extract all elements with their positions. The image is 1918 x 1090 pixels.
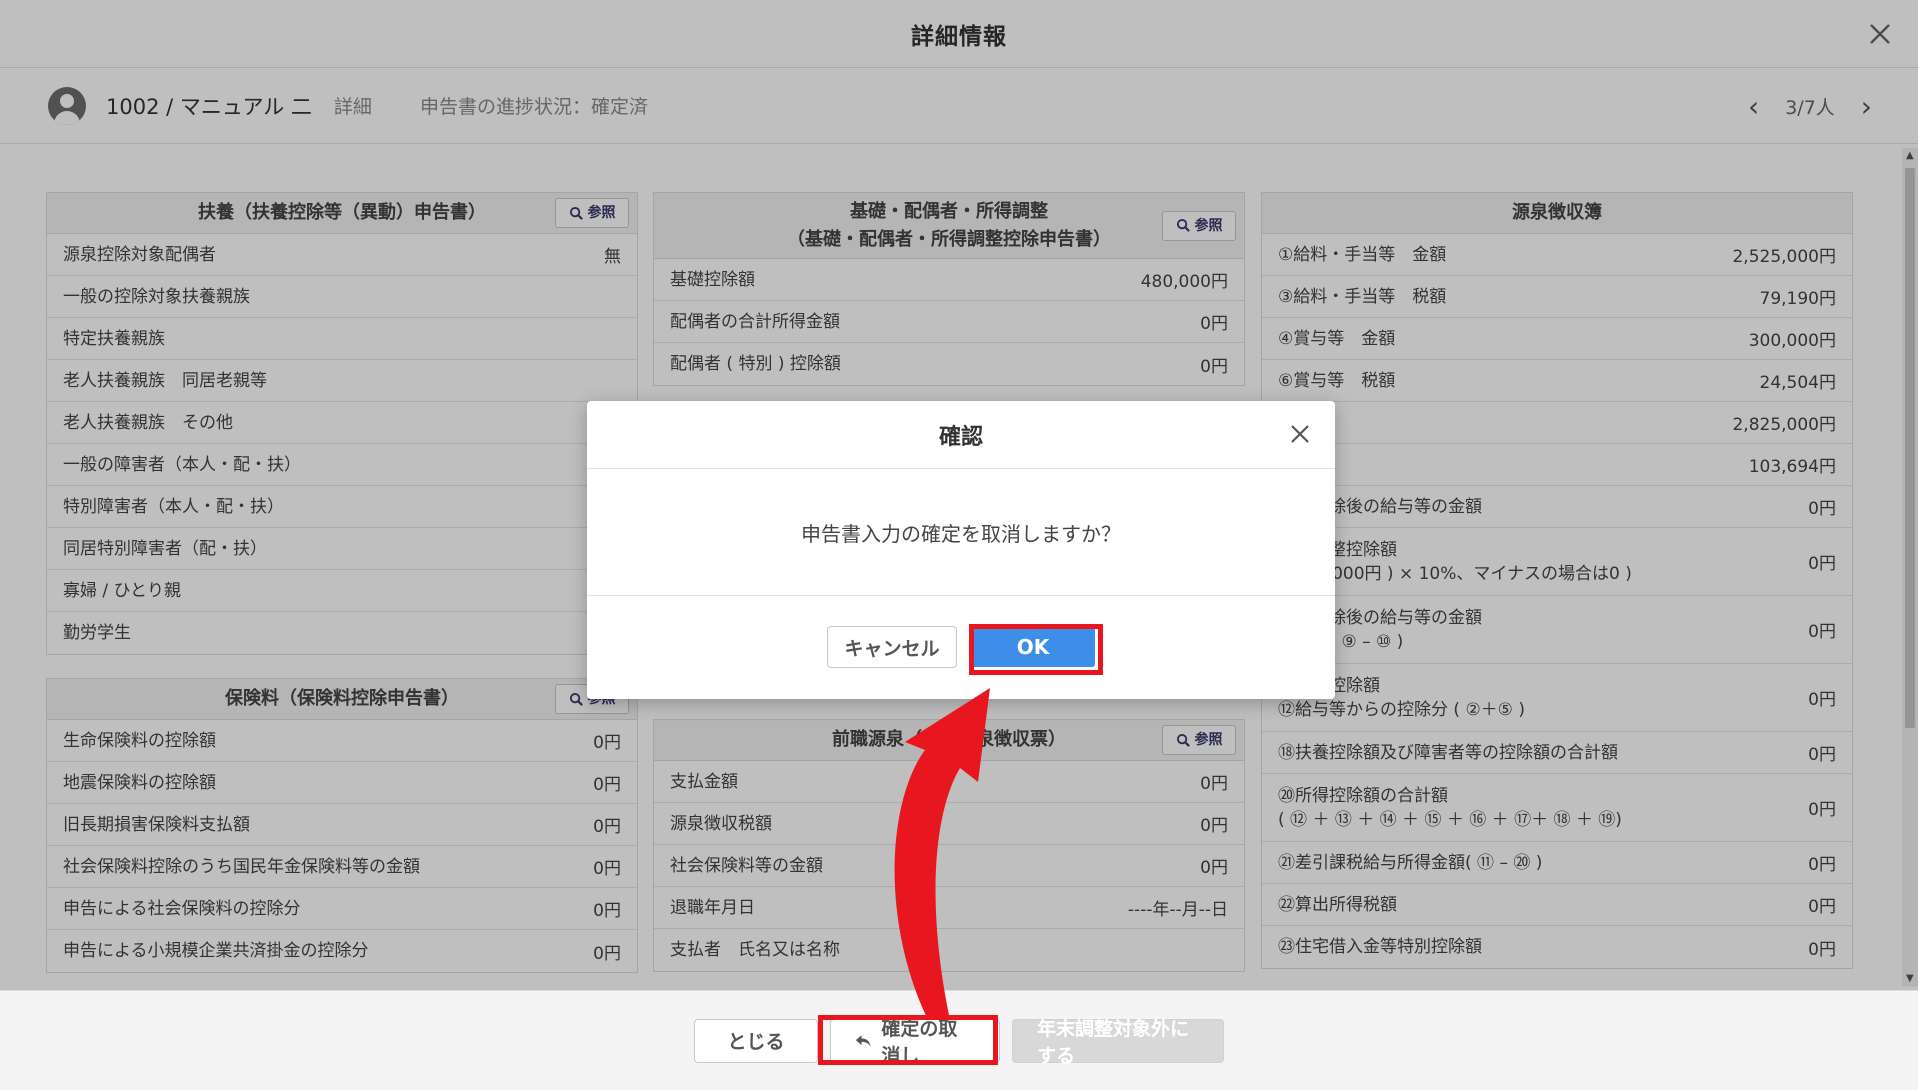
exclude-button: 年末調整対象外にする <box>1012 1018 1224 1067</box>
close-icon[interactable] <box>1285 419 1315 449</box>
highlight-box <box>969 624 1103 675</box>
dialog-header: 確認 <box>587 401 1335 469</box>
close-button[interactable]: とじる <box>694 1018 818 1063</box>
dialog-message: 申告書入力の確定を取消しますか？ <box>587 469 1335 596</box>
annotation-arrow-icon <box>894 688 990 1020</box>
cancel-button[interactable]: キャンセル <box>827 626 957 668</box>
confirm-dialog: 確認 申告書入力の確定を取消しますか？ キャンセル OK <box>587 401 1335 699</box>
dialog-title: 確認 <box>938 424 983 450</box>
